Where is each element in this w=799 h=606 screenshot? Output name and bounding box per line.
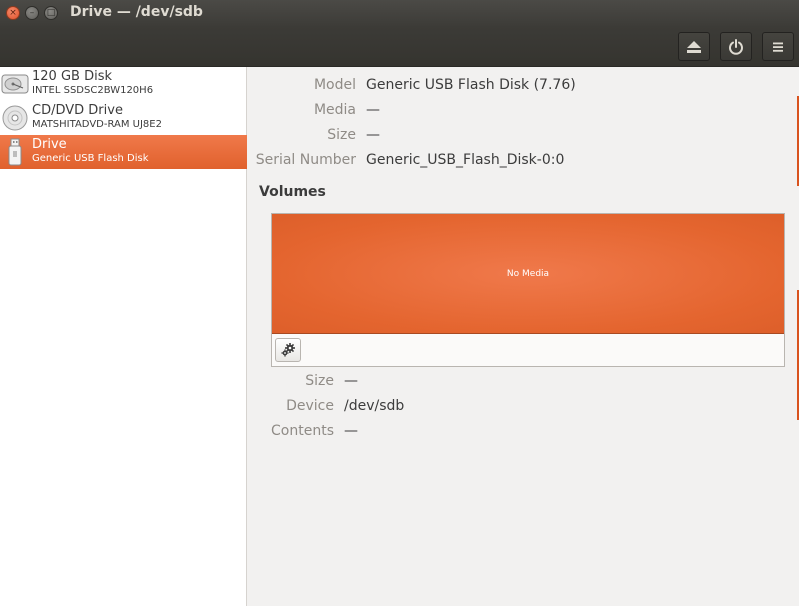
drive-name: CD/DVD Drive (32, 103, 123, 118)
volume-size-label: Size (305, 373, 334, 389)
volume-options-button[interactable] (275, 338, 301, 362)
drive-model: MATSHITADVD-RAM UJ8E2 (32, 119, 162, 130)
media-label: Media (313, 102, 356, 118)
contents-label: Contents (271, 423, 334, 439)
drive-name: Drive (32, 137, 67, 152)
drive-model: INTEL SSDSC2BW120H6 (32, 85, 154, 96)
power-icon (729, 38, 743, 55)
volume-segment-label: No Media (506, 268, 550, 279)
maximize-icon: □ (46, 7, 56, 18)
volume-map: No Media (271, 213, 785, 367)
header-bar (0, 26, 799, 67)
volume-segment-no-media[interactable]: No Media (272, 214, 784, 334)
size-label: Size (327, 127, 356, 143)
app-menu-button[interactable] (762, 32, 794, 61)
drive-item-120gb-disk[interactable]: 120 GB Disk INTEL SSDSC2BW120H6 (0, 67, 247, 101)
drive-item-cd-dvd-drive[interactable]: CD/DVD Drive MATSHITADVD-RAM UJ8E2 (0, 101, 247, 135)
hard-disk-icon (1, 74, 29, 94)
model-label: Model (313, 77, 356, 93)
size-value: — (366, 127, 380, 143)
contents-value: — (344, 423, 358, 439)
window-title: Drive — /dev/sdb (70, 4, 203, 20)
volume-size-value: — (344, 373, 358, 389)
window-maximize-button[interactable]: □ (44, 6, 58, 20)
title-bar: × – □ Drive — /dev/sdb (0, 0, 799, 26)
volumes-heading: Volumes (259, 184, 326, 200)
minimize-icon: – (29, 7, 35, 18)
gears-icon (281, 343, 295, 357)
media-value: — (366, 102, 380, 118)
device-label: Device (286, 398, 334, 414)
model-value: Generic USB Flash Disk (7.76) (366, 77, 576, 93)
drive-item-usb-drive[interactable]: Drive Generic USB Flash Disk (0, 135, 247, 169)
serial-number-value: Generic_USB_Flash_Disk-0:0 (366, 152, 565, 168)
device-value: /dev/sdb (344, 398, 405, 414)
menu-icon (773, 42, 783, 52)
drive-list: 120 GB Disk INTEL SSDSC2BW120H6 CD/DVD D… (0, 67, 247, 606)
optical-disc-icon (2, 105, 28, 131)
power-off-button[interactable] (720, 32, 752, 61)
window-close-button[interactable]: × (6, 6, 20, 20)
eject-button[interactable] (678, 32, 710, 61)
drive-details-panel: Model Generic USB Flash Disk (7.76) Medi… (247, 67, 799, 606)
window-minimize-button[interactable]: – (25, 6, 39, 20)
eject-icon (687, 40, 701, 53)
serial-number-label: Serial Number (255, 152, 356, 168)
drive-model: Generic USB Flash Disk (32, 153, 149, 164)
disks-window: × – □ Drive — /dev/sdb 120 GB Disk INTEL… (0, 0, 799, 606)
drive-name: 120 GB Disk (32, 69, 112, 84)
close-icon: × (9, 7, 17, 18)
usb-drive-icon (8, 138, 22, 166)
